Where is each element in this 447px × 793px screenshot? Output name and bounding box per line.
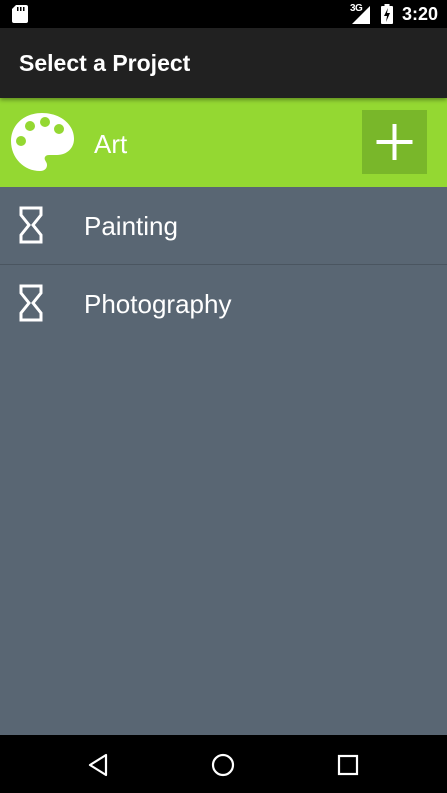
home-icon[interactable] xyxy=(210,752,236,778)
clock: 3:20 xyxy=(402,4,439,24)
recents-icon[interactable] xyxy=(335,752,361,778)
project-list-item[interactable]: Painting xyxy=(0,187,447,264)
project-list-item[interactable]: Photography xyxy=(0,265,447,342)
add-project-button[interactable] xyxy=(362,110,427,174)
status-bar: 3G 3:20 xyxy=(0,0,447,28)
action-bar: Select a Project xyxy=(0,28,447,98)
page-title: Select a Project xyxy=(19,50,191,76)
screen: 3G 3:20 Select a Project Art Painting Ph… xyxy=(0,0,447,793)
plus-icon xyxy=(376,124,413,160)
project-label: Photography xyxy=(84,289,232,319)
sd-card-icon xyxy=(12,5,28,23)
battery-charging-icon xyxy=(381,4,393,24)
signal-icon xyxy=(352,6,370,24)
back-icon[interactable] xyxy=(86,752,112,778)
project-label: Painting xyxy=(84,211,178,241)
hourglass-icon xyxy=(19,206,43,244)
navigation-bar xyxy=(0,735,447,793)
group-label: Art xyxy=(94,129,128,159)
palette-icon xyxy=(11,113,74,171)
hourglass-icon xyxy=(19,284,43,322)
